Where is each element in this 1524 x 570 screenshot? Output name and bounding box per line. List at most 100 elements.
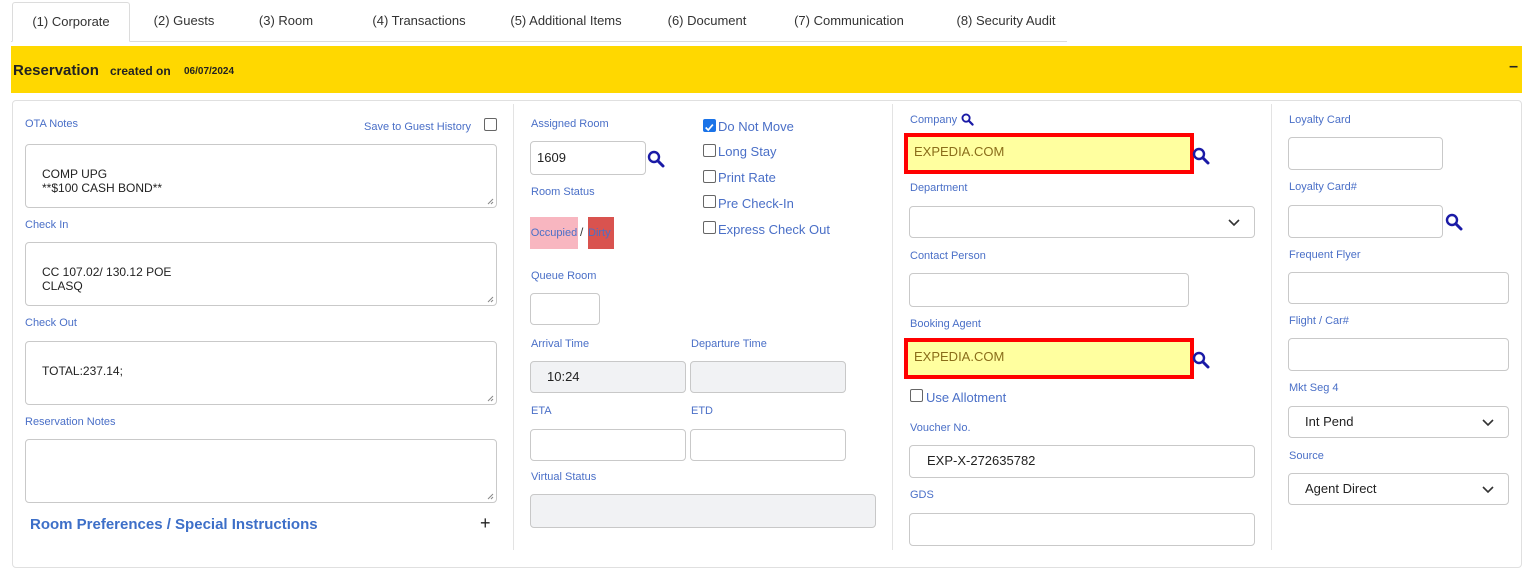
created-date: 06/07/2024	[184, 66, 235, 77]
express-checkout-checkbox[interactable]	[703, 221, 716, 234]
eta-input[interactable]	[530, 429, 686, 461]
company-input[interactable]: EXPEDIA.COM	[904, 133, 1194, 174]
tab-transactions[interactable]: (4) Transactions	[343, 2, 495, 42]
print-rate-checkbox[interactable]	[703, 170, 716, 183]
ota-notes-textarea[interactable]: COMP UPG **$100 CASH BOND**	[25, 144, 497, 208]
status-dirty-badge: Dirty	[588, 217, 614, 249]
print-rate-label[interactable]: Print Rate	[718, 170, 776, 185]
use-allotment-label[interactable]: Use Allotment	[926, 390, 1006, 405]
ota-notes-label: OTA Notes	[25, 118, 78, 130]
pre-checkin-checkbox[interactable]	[703, 195, 716, 208]
tab-document[interactable]: (6) Document	[645, 2, 769, 42]
arrival-time-label: Arrival Time	[531, 338, 590, 350]
departure-time-label: Departure Time	[691, 338, 767, 350]
column-divider	[1271, 104, 1272, 550]
departure-time-input[interactable]	[690, 361, 846, 393]
status-occupied-badge: Occupied	[530, 217, 578, 249]
check-out-label: Check Out	[25, 317, 77, 329]
resize-grip-icon[interactable]	[487, 395, 494, 402]
company-label: Company	[910, 114, 958, 126]
chevron-down-icon	[1482, 419, 1494, 427]
long-stay-checkbox[interactable]	[703, 144, 716, 157]
column-divider	[513, 104, 514, 550]
tab-security-audit[interactable]: (8) Security Audit	[931, 2, 1081, 42]
expand-plus-icon[interactable]: +	[480, 513, 491, 534]
arrival-time-input[interactable]: 10:24	[530, 361, 686, 393]
queue-room-input[interactable]	[530, 293, 600, 325]
gds-label: GDS	[910, 489, 934, 501]
gds-input[interactable]	[909, 513, 1255, 546]
room-status-label: Room Status	[531, 186, 595, 198]
chevron-down-icon	[1482, 486, 1494, 494]
loyalty-card-number-input[interactable]	[1288, 205, 1443, 238]
source-label: Source	[1289, 450, 1324, 462]
eta-label: ETA	[531, 405, 552, 417]
booking-agent-input[interactable]: EXPEDIA.COM	[904, 338, 1194, 379]
resize-grip-icon[interactable]	[487, 296, 494, 303]
assigned-room-label: Assigned Room	[531, 118, 609, 130]
department-label: Department	[910, 182, 968, 194]
search-icon[interactable]	[1445, 213, 1463, 231]
tab-room[interactable]: (3) Room	[239, 2, 333, 42]
booking-agent-label: Booking Agent	[910, 318, 981, 330]
reservation-title: Reservation	[13, 62, 99, 79]
loyalty-card-number-label: Loyalty Card#	[1289, 181, 1357, 193]
source-value: Agent Direct	[1305, 481, 1377, 496]
do-not-move-checkbox[interactable]	[703, 119, 716, 132]
save-history-checkbox[interactable]	[484, 118, 497, 131]
queue-room-label: Queue Room	[531, 270, 597, 282]
search-icon[interactable]	[1192, 147, 1210, 165]
voucher-input[interactable]: EXP-X-272635782	[909, 445, 1255, 478]
check-in-label: Check In	[25, 219, 69, 231]
assigned-room-input[interactable]: 1609	[530, 141, 646, 175]
status-separator: /	[580, 225, 584, 239]
check-in-textarea[interactable]: CC 107.02/ 130.12 POE CLASQ	[25, 242, 497, 306]
reservation-notes-textarea[interactable]	[25, 439, 497, 503]
tab-bar: (1) Corporate (2) Guests (3) Room (4) Tr…	[11, 0, 1067, 42]
flight-car-input[interactable]	[1288, 338, 1509, 371]
resize-grip-icon[interactable]	[487, 493, 494, 500]
save-history-label: Save to Guest History	[364, 121, 471, 133]
mkt-seg-label: Mkt Seg 4	[1289, 382, 1339, 394]
frequent-flyer-label: Frequent Flyer	[1289, 249, 1361, 261]
collapse-icon[interactable]: –	[1509, 58, 1518, 76]
virtual-status-input[interactable]	[530, 494, 876, 528]
reservation-notes-label: Reservation Notes	[25, 416, 116, 428]
column-divider	[892, 104, 893, 550]
reservation-header: Reservation created on 06/07/2024 –	[11, 46, 1522, 93]
loyalty-card-input[interactable]	[1288, 137, 1443, 170]
use-allotment-checkbox[interactable]	[910, 389, 923, 402]
check-in-text: CC 107.02/ 130.12 POE CLASQ	[42, 265, 172, 293]
long-stay-label[interactable]: Long Stay	[718, 144, 777, 159]
contact-person-label: Contact Person	[910, 250, 986, 262]
pre-checkin-label[interactable]: Pre Check-In	[718, 196, 794, 211]
etd-input[interactable]	[690, 429, 846, 461]
room-preferences-title[interactable]: Room Preferences / Special Instructions	[30, 516, 318, 533]
tab-guests[interactable]: (2) Guests	[136, 2, 232, 42]
mkt-seg-select[interactable]: Int Pend	[1288, 406, 1509, 438]
source-select[interactable]: Agent Direct	[1288, 473, 1509, 505]
department-select[interactable]	[909, 206, 1255, 238]
tab-additional-items[interactable]: (5) Additional Items	[489, 2, 643, 42]
etd-label: ETD	[691, 405, 713, 417]
do-not-move-label[interactable]: Do Not Move	[718, 119, 794, 134]
search-icon[interactable]	[1192, 351, 1210, 369]
search-icon[interactable]	[961, 113, 974, 126]
search-icon[interactable]	[647, 150, 665, 168]
tab-communication[interactable]: (7) Communication	[775, 2, 923, 42]
voucher-label: Voucher No.	[910, 422, 971, 434]
contact-person-input[interactable]	[909, 273, 1189, 307]
check-out-text: TOTAL:237.14;	[42, 364, 123, 378]
flight-car-label: Flight / Car#	[1289, 315, 1349, 327]
virtual-status-label: Virtual Status	[531, 471, 597, 483]
tab-corporate[interactable]: (1) Corporate	[12, 2, 130, 42]
loyalty-card-label: Loyalty Card	[1289, 114, 1351, 126]
resize-grip-icon[interactable]	[487, 198, 494, 205]
created-on-label: created on	[110, 64, 171, 78]
mkt-seg-value: Int Pend	[1305, 414, 1354, 429]
ota-notes-text: COMP UPG **$100 CASH BOND**	[42, 167, 163, 195]
frequent-flyer-input[interactable]	[1288, 272, 1509, 304]
check-out-textarea[interactable]: TOTAL:237.14;	[25, 341, 497, 405]
chevron-down-icon	[1228, 219, 1240, 227]
express-checkout-label[interactable]: Express Check Out	[718, 222, 830, 237]
